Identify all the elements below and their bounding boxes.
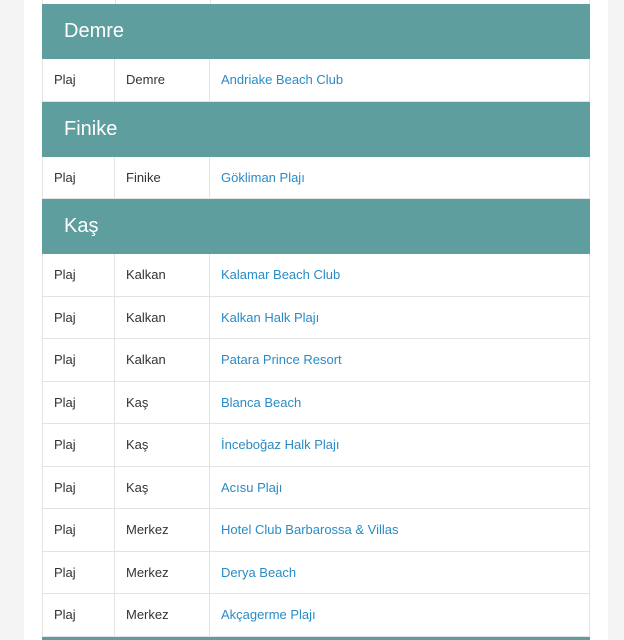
- venue-cell: Kalamar Beach Club: [210, 254, 589, 296]
- venue-link[interactable]: Gökliman Plajı: [221, 170, 305, 185]
- district-cell: Merkez: [115, 594, 210, 636]
- venue-link[interactable]: Hotel Club Barbarossa & Villas: [221, 522, 399, 537]
- venue-cell: Gökliman Plajı: [210, 157, 589, 199]
- venue-table: Demre Plaj Demre Andriake Beach Club Finike P…: [42, 0, 590, 640]
- venue-link[interactable]: Kalamar Beach Club: [221, 267, 340, 282]
- venue-cell: Hotel Club Barbarossa & Villas: [210, 509, 589, 551]
- district-cell: Kalkan: [115, 339, 210, 381]
- district-cell: Kalkan: [115, 296, 210, 338]
- venue-link[interactable]: Blanca Beach: [221, 395, 301, 410]
- district-cell: Kaş: [115, 424, 210, 466]
- group-header: Demre: [42, 4, 590, 59]
- table-row: Plaj Merkez Derya Beach: [42, 551, 590, 594]
- table-row: Plaj Merkez Akçagerme Plajı: [42, 594, 590, 637]
- district-cell: Kaş: [115, 466, 210, 508]
- venue-cell: Acısu Plajı: [210, 467, 589, 509]
- district-cell: Merkez: [115, 551, 210, 593]
- table-row: Plaj Merkez Hotel Club Barbarossa & Villas: [42, 509, 590, 552]
- venue-cell: Kalkan Halk Plajı: [210, 297, 589, 339]
- venue-cell: Patara Prince Resort: [210, 339, 589, 381]
- type-cell: Plaj: [43, 424, 115, 466]
- table-row: Plaj Kaş Blanca Beach: [42, 381, 590, 424]
- venue-link[interactable]: Akçagerme Plajı: [221, 607, 316, 622]
- table-row: Plaj Kalkan Kalkan Halk Plajı: [42, 296, 590, 339]
- type-cell: Plaj: [43, 551, 115, 593]
- type-cell: Plaj: [43, 466, 115, 508]
- district-cell: Merkez: [115, 509, 210, 551]
- type-cell: Plaj: [43, 509, 115, 551]
- type-cell: Plaj: [43, 254, 115, 296]
- venue-cell: Derya Beach: [210, 552, 589, 594]
- table-row-cut-off: [42, 0, 590, 4]
- type-cell: Plaj: [43, 156, 115, 198]
- group-header: Finike: [42, 101, 590, 157]
- venue-link[interactable]: Patara Prince Resort: [221, 352, 342, 367]
- district-cell: Finike: [115, 156, 210, 198]
- venue-link[interactable]: Derya Beach: [221, 565, 296, 580]
- venue-link[interactable]: Acısu Plajı: [221, 480, 282, 495]
- district-cell: Demre: [115, 59, 210, 101]
- district-cell: Kalkan: [115, 254, 210, 296]
- type-cell: Plaj: [43, 381, 115, 423]
- venue-link[interactable]: İnceboğaz Halk Plajı: [221, 437, 340, 452]
- table-row: Plaj Kalkan Patara Prince Resort: [42, 339, 590, 382]
- district-cell: Kaş: [115, 381, 210, 423]
- table-row: Plaj Finike Gökliman Plajı: [42, 156, 590, 199]
- type-cell: Plaj: [43, 594, 115, 636]
- venue-link[interactable]: Andriake Beach Club: [221, 72, 343, 87]
- venue-cell: Blanca Beach: [210, 382, 589, 424]
- table-row: Plaj Demre Andriake Beach Club: [42, 59, 590, 102]
- table-row: Plaj Kaş İnceboğaz Halk Plajı: [42, 424, 590, 467]
- table-row: Plaj Kaş Acısu Plajı: [42, 466, 590, 509]
- type-cell: Plaj: [43, 296, 115, 338]
- venue-link[interactable]: Kalkan Halk Plajı: [221, 310, 319, 325]
- venue-cell: İnceboğaz Halk Plajı: [210, 424, 589, 466]
- venue-cell: Andriake Beach Club: [210, 59, 589, 101]
- table-row: Plaj Kalkan Kalamar Beach Club: [42, 254, 590, 297]
- type-cell: Plaj: [43, 339, 115, 381]
- next-group-header-edge: [42, 636, 590, 640]
- page-content: Demre Plaj Demre Andriake Beach Club Finike P…: [24, 0, 608, 640]
- group-header: Kaş: [42, 199, 590, 254]
- type-cell: Plaj: [43, 59, 115, 101]
- venue-cell: Akçagerme Plajı: [210, 594, 589, 636]
